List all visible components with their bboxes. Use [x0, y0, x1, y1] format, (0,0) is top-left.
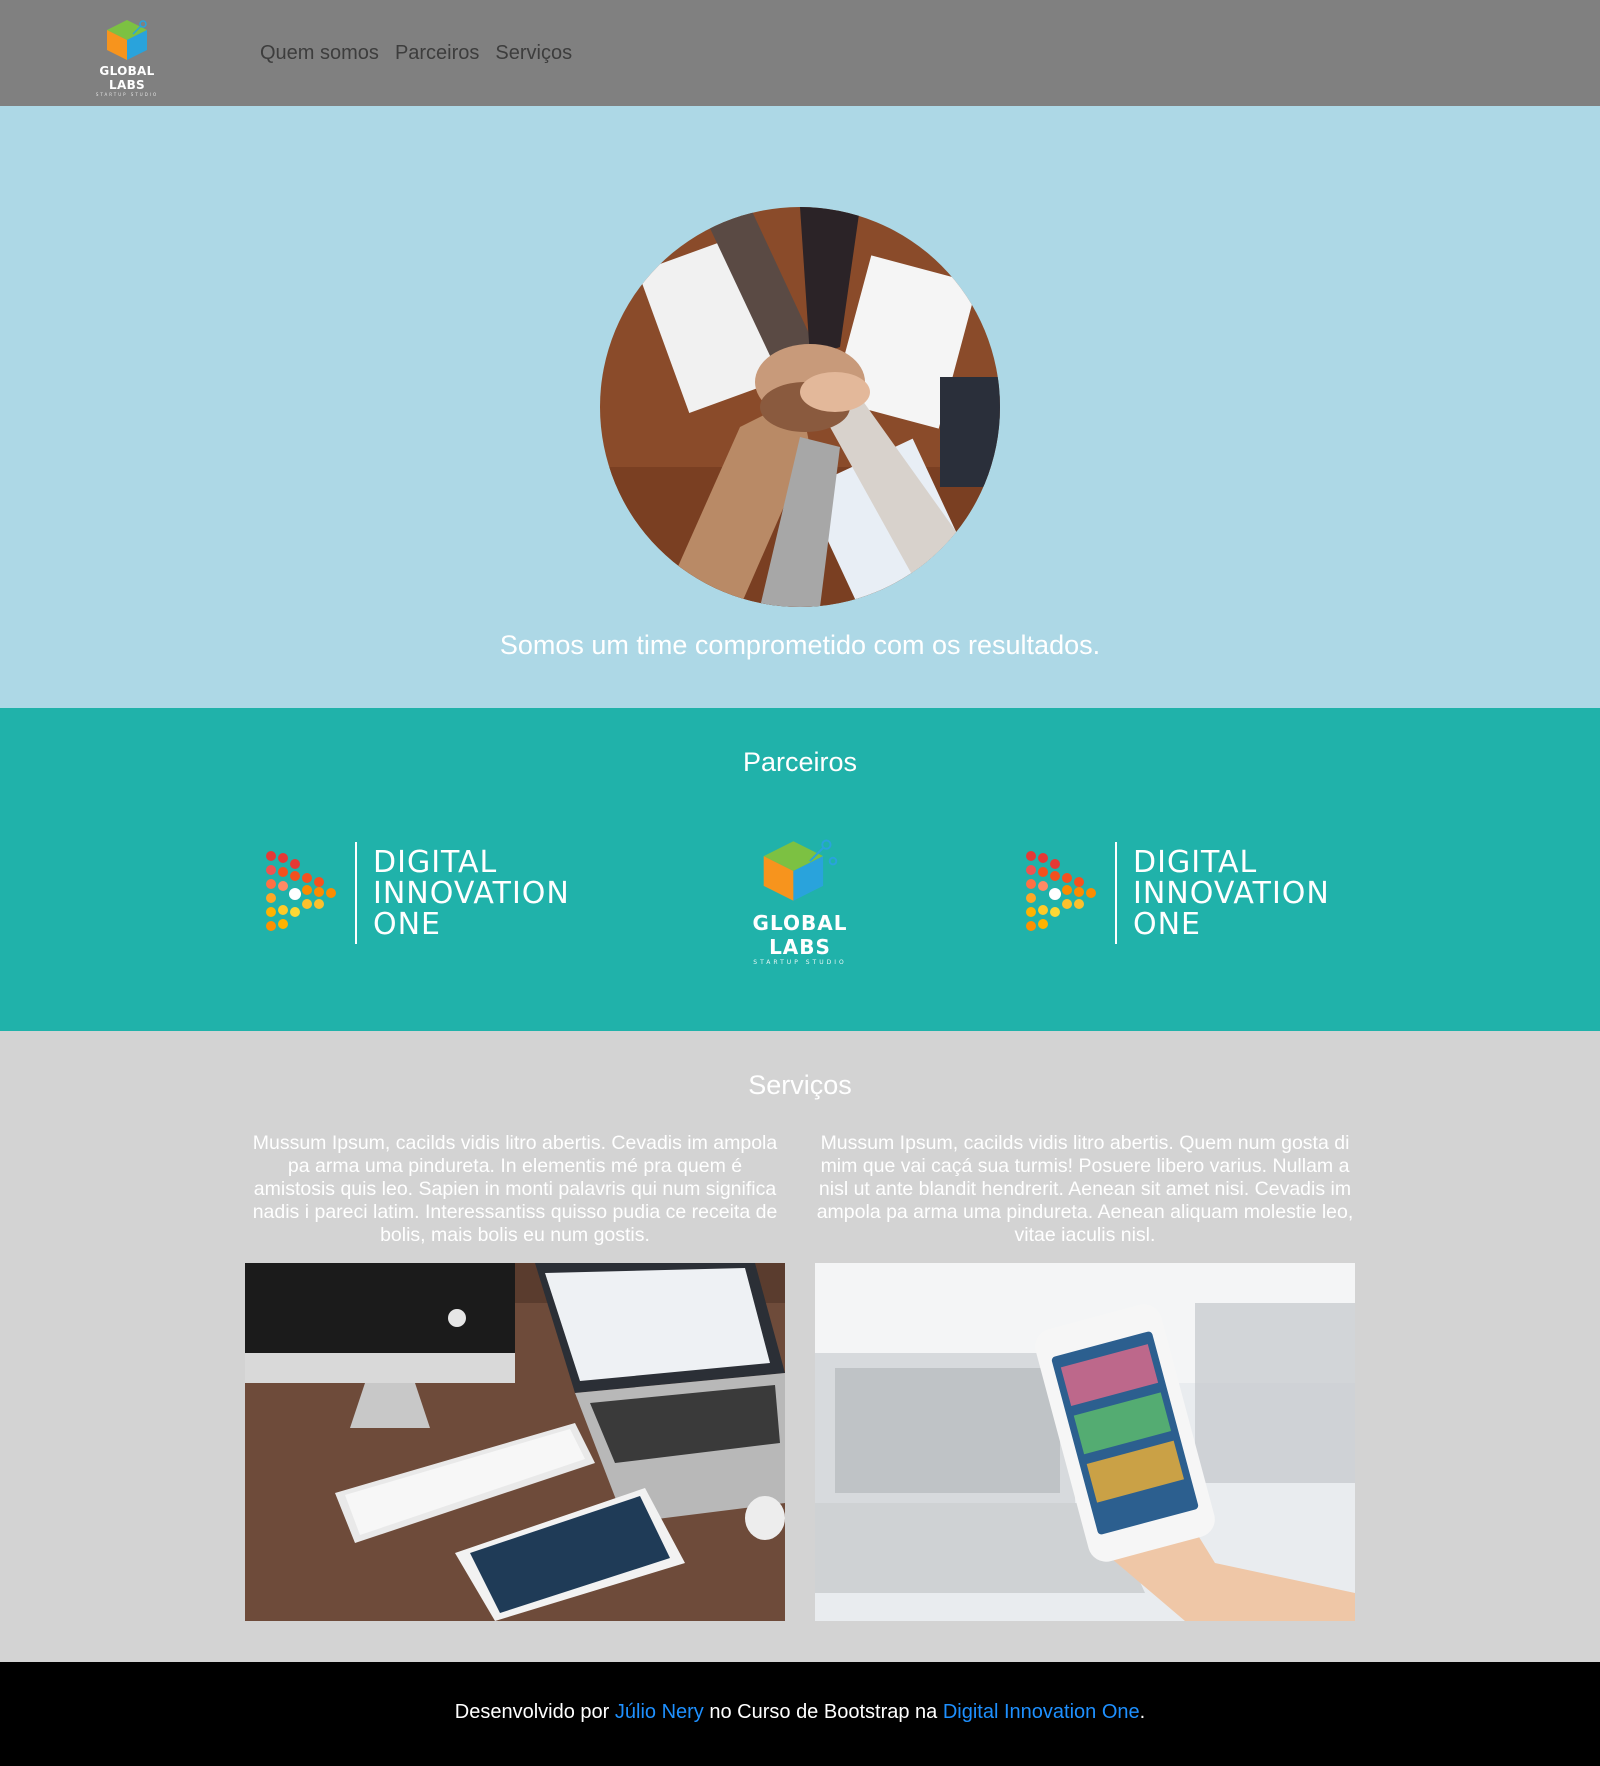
navbar: GLOBAL LABS STARTUP STUDIO Quem somos Pa…: [0, 0, 1600, 106]
footer-credit: Desenvolvido por Júlio Nery no Curso de …: [454, 1701, 1146, 1723]
partner-dio-logo-1: DIGITAL INNOVATION ONE: [265, 838, 570, 948]
smartphone-hand-image: [815, 1263, 1355, 1621]
author-link[interactable]: Júlio Nery: [615, 1701, 704, 1723]
partner-global-labs-logo: GLOBAL LABS STARTUP STUDIO: [728, 838, 872, 966]
parceiros-section: Parceiros DIGITAL INNOVATION ONE GLOBAL …: [0, 708, 1600, 1031]
quem-somos-section: Quem Somos Somos um time comprometido co…: [0, 106, 1600, 708]
dio-wordmark: DIGITAL INNOVATION ONE: [1133, 844, 1330, 942]
servico-text: Mussum Ipsum, cacilds vidis litro aberti…: [816, 1132, 1354, 1246]
dio-wordmark: DIGITAL INNOVATION ONE: [373, 844, 570, 942]
parceiros-title: Parceiros: [742, 747, 858, 777]
dio-dots-icon: [266, 851, 336, 931]
dio-dots-icon: [1026, 851, 1096, 931]
partner-name: GLOBAL LABS: [752, 911, 848, 959]
nav-link-quem-somos[interactable]: Quem somos: [252, 39, 387, 67]
cube-logo-icon: [107, 20, 147, 60]
partner-dio-logo-2: DIGITAL INNOVATION ONE: [1025, 838, 1330, 948]
footer: Desenvolvido por Júlio Nery no Curso de …: [0, 1662, 1600, 1766]
nav-link-parceiros[interactable]: Parceiros: [387, 39, 487, 67]
servicos-title: Serviços: [748, 1070, 852, 1100]
dio-divider: [1115, 842, 1117, 944]
servicos-section: Serviços Mussum Ipsum, cacilds vidis lit…: [0, 1031, 1600, 1662]
dio-divider: [355, 842, 357, 944]
servico-text: Mussum Ipsum, cacilds vidis litro aberti…: [252, 1132, 778, 1246]
cube-logo-icon: [763, 839, 838, 901]
desk-devices-image: [245, 1263, 785, 1621]
quem-somos-text: Somos um time comprometido com os result…: [499, 630, 1101, 660]
partner-tagline: STARTUP STUDIO: [753, 959, 847, 966]
servico-card-2: Mussum Ipsum, cacilds vidis litro aberti…: [815, 1132, 1355, 1621]
servico-card-1: Mussum Ipsum, cacilds vidis litro aberti…: [245, 1132, 785, 1621]
brand-tagline: STARTUP STUDIO: [95, 92, 159, 97]
brand-name: GLOBAL LABS: [99, 64, 155, 92]
dio-link[interactable]: Digital Innovation One: [943, 1701, 1140, 1723]
brand-logo[interactable]: GLOBAL LABS STARTUP STUDIO: [80, 18, 174, 97]
main-nav: Quem somos Parceiros Serviços: [252, 39, 580, 67]
team-hands-image: [600, 207, 1000, 607]
nav-link-servicos[interactable]: Serviços: [487, 39, 580, 67]
